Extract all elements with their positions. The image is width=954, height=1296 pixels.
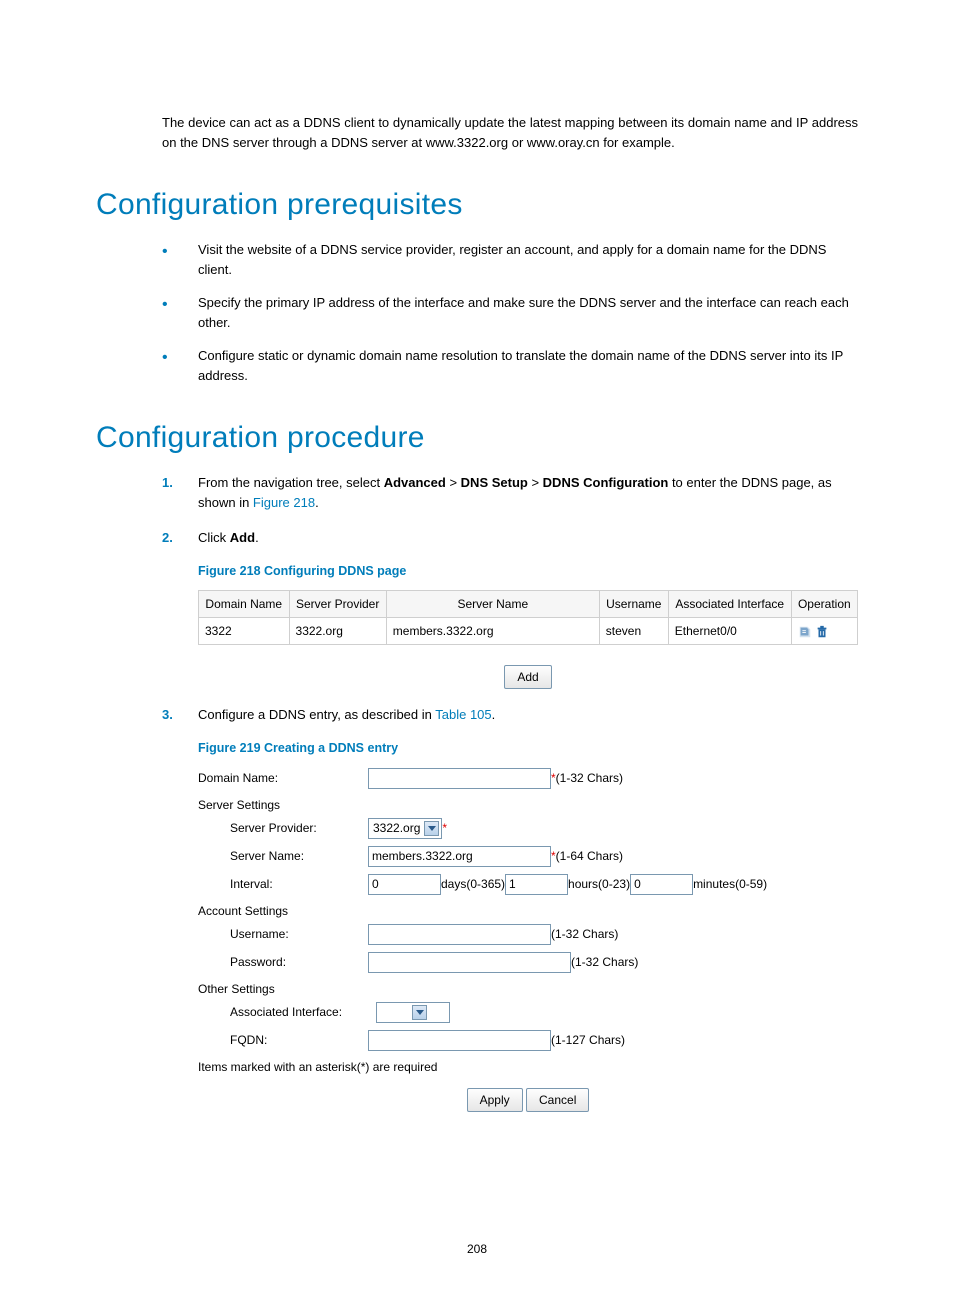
sep: > bbox=[446, 475, 461, 490]
ddns-entry-form: Domain Name: * (1-32 Chars) Server Settin… bbox=[198, 768, 858, 1112]
heading-procedure: Configuration procedure bbox=[96, 421, 858, 455]
apply-button[interactable]: Apply bbox=[467, 1088, 523, 1112]
hint-days: days(0-365) bbox=[441, 875, 505, 893]
step-text: Configure a DDNS entry, as described in bbox=[198, 707, 435, 722]
th-associated-interface: Associated Interface bbox=[668, 591, 791, 618]
label-server-name: Server Name: bbox=[198, 847, 368, 865]
hint-domain: (1-32 Chars) bbox=[556, 769, 623, 787]
cell-domain: 3322 bbox=[199, 618, 290, 645]
label-fqdn: FQDN: bbox=[198, 1031, 368, 1049]
prereq-list: Visit the website of a DDNS service prov… bbox=[162, 240, 858, 385]
ddns-table: Domain Name Server Provider Server Name … bbox=[198, 590, 858, 645]
required-footer: Items marked with an asterisk(*) are req… bbox=[198, 1058, 858, 1076]
prereq-item: Specify the primary IP address of the in… bbox=[162, 293, 858, 332]
nav-advanced: Advanced bbox=[384, 475, 446, 490]
label-assoc-interface: Associated Interface: bbox=[198, 1003, 376, 1021]
select-value: 3322.org bbox=[373, 819, 420, 837]
server-name-input[interactable] bbox=[368, 846, 551, 867]
figure-219-caption: Figure 219 Creating a DDNS entry bbox=[198, 739, 858, 758]
step-2: Click Add. Figure 218 Configuring DDNS p… bbox=[162, 528, 858, 689]
th-server-provider: Server Provider bbox=[289, 591, 386, 618]
chevron-down-icon bbox=[424, 821, 439, 836]
th-domain-name: Domain Name bbox=[199, 591, 290, 618]
step-text: From the navigation tree, select bbox=[198, 475, 384, 490]
nav-ddns-config: DDNS Configuration bbox=[543, 475, 669, 490]
domain-name-input[interactable] bbox=[368, 768, 551, 789]
th-operation: Operation bbox=[791, 591, 857, 618]
assoc-interface-select[interactable] bbox=[376, 1002, 450, 1023]
interval-minutes-input[interactable] bbox=[630, 874, 693, 895]
label-domain-name: Domain Name: bbox=[198, 769, 368, 787]
step-text: . bbox=[315, 495, 319, 510]
label-password: Password: bbox=[198, 953, 368, 971]
cell-server-name: members.3322.org bbox=[386, 618, 599, 645]
label-interval: Interval: bbox=[198, 875, 368, 893]
hint-username: (1-32 Chars) bbox=[551, 925, 618, 943]
hint-hours: hours(0-23) bbox=[568, 875, 630, 893]
intro-text: The device can act as a DDNS client to d… bbox=[162, 113, 858, 152]
other-settings-heading: Other Settings bbox=[198, 980, 858, 998]
step-text: . bbox=[492, 707, 496, 722]
edit-icon[interactable] bbox=[798, 625, 812, 639]
step-text: Click bbox=[198, 530, 230, 545]
interval-days-input[interactable] bbox=[368, 874, 441, 895]
table-row: 3322 3322.org members.3322.org steven Et… bbox=[199, 618, 858, 645]
hint-password: (1-32 Chars) bbox=[571, 953, 638, 971]
steps-list: From the navigation tree, select Advance… bbox=[162, 473, 858, 1112]
hint-minutes: minutes(0-59) bbox=[693, 875, 767, 893]
figure-218-link[interactable]: Figure 218 bbox=[253, 495, 315, 510]
step-3: Configure a DDNS entry, as described in … bbox=[162, 705, 858, 1111]
nav-dns-setup: DNS Setup bbox=[461, 475, 528, 490]
page-number: 208 bbox=[0, 1242, 954, 1256]
select-value bbox=[381, 1003, 408, 1021]
add-button[interactable]: Add bbox=[504, 665, 551, 689]
hint-server-name: (1-64 Chars) bbox=[556, 847, 623, 865]
cell-assoc-if: Ethernet0/0 bbox=[668, 618, 791, 645]
sep: > bbox=[528, 475, 543, 490]
prereq-item: Configure static or dynamic domain name … bbox=[162, 346, 858, 385]
add-bold: Add bbox=[230, 530, 255, 545]
step-1: From the navigation tree, select Advance… bbox=[162, 473, 858, 512]
hint-fqdn: (1-127 Chars) bbox=[551, 1031, 625, 1049]
prereq-item: Visit the website of a DDNS service prov… bbox=[162, 240, 858, 279]
cell-provider: 3322.org bbox=[289, 618, 386, 645]
th-server-name: Server Name bbox=[386, 591, 599, 618]
password-input[interactable] bbox=[368, 952, 571, 973]
cancel-button[interactable]: Cancel bbox=[526, 1088, 589, 1112]
label-server-provider: Server Provider: bbox=[198, 819, 368, 837]
figure-218-caption: Figure 218 Configuring DDNS page bbox=[198, 562, 858, 581]
step-text: . bbox=[255, 530, 259, 545]
cell-operation bbox=[791, 618, 857, 645]
cell-username: steven bbox=[599, 618, 668, 645]
delete-icon[interactable] bbox=[815, 625, 829, 639]
label-username: Username: bbox=[198, 925, 368, 943]
chevron-down-icon bbox=[412, 1005, 427, 1020]
th-username: Username bbox=[599, 591, 668, 618]
username-input[interactable] bbox=[368, 924, 551, 945]
server-settings-heading: Server Settings bbox=[198, 796, 858, 814]
account-settings-heading: Account Settings bbox=[198, 902, 858, 920]
fqdn-input[interactable] bbox=[368, 1030, 551, 1051]
server-provider-select[interactable]: 3322.org bbox=[368, 818, 442, 839]
heading-prerequisites: Configuration prerequisites bbox=[96, 188, 858, 222]
table-105-link[interactable]: Table 105 bbox=[435, 707, 491, 722]
required-mark: * bbox=[442, 819, 447, 837]
interval-hours-input[interactable] bbox=[505, 874, 568, 895]
